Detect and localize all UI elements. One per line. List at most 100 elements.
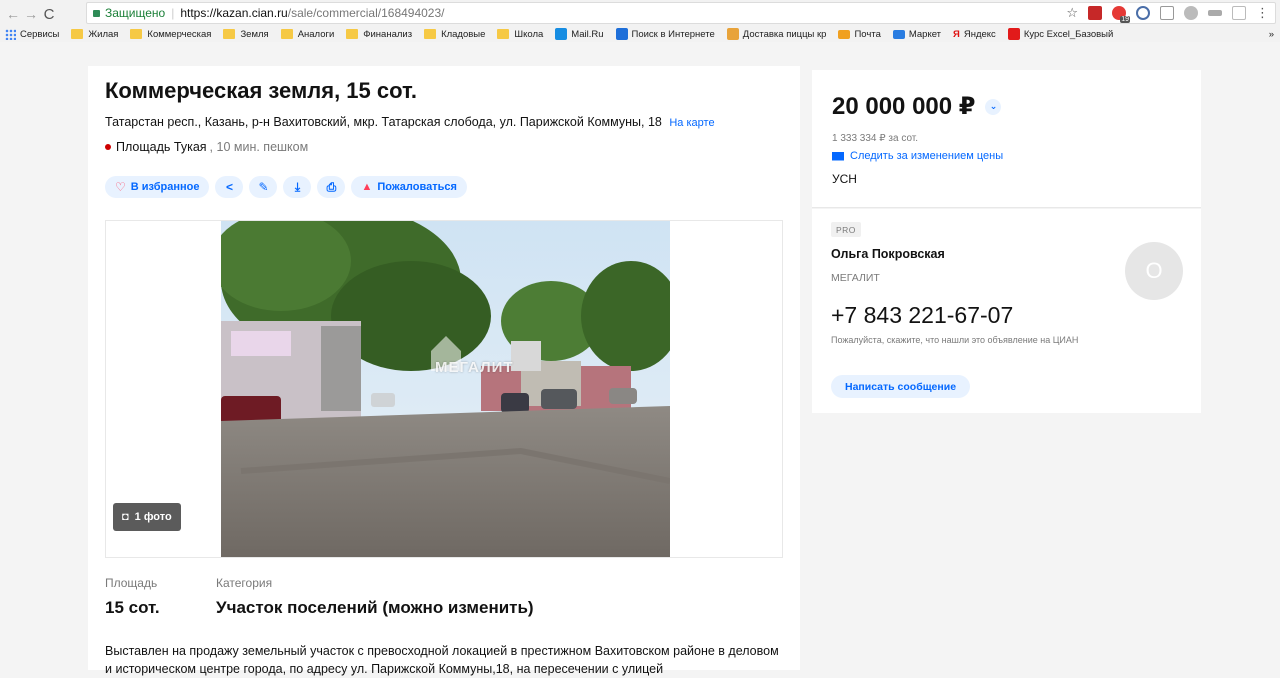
reload-icon[interactable]: C <box>40 6 58 23</box>
bookmark-pizza[interactable]: Доставка пиццы кр <box>726 28 826 40</box>
metro-info: Площадь Тукая , 10 мин. пешком <box>105 140 308 154</box>
chevron-down-icon[interactable]: ⌄ <box>985 98 1002 115</box>
folder-icon <box>497 29 510 39</box>
bookmark-folder[interactable]: Кладовые <box>424 29 485 40</box>
extension-icon-2[interactable] <box>1232 6 1246 20</box>
agent-name[interactable]: Ольга Покровская <box>831 247 945 261</box>
folder-icon <box>71 29 84 39</box>
price-value: 20 000 000 ₽ <box>832 93 976 120</box>
menu-icon[interactable]: ⋮ <box>1256 5 1269 21</box>
agent-card: PRO Ольга Покровская МЕГАЛИТ О +7 843 22… <box>812 209 1201 413</box>
listing-photo[interactable]: МЕГАЛИТ <box>221 221 670 557</box>
apps-icon <box>5 28 16 40</box>
bookmark-folder[interactable]: Аналоги <box>280 29 334 40</box>
bookmark-market[interactable]: Маркет <box>892 29 941 40</box>
phone-number[interactable]: +7 843 221-67-07 <box>831 302 1013 329</box>
cart-icon <box>892 29 905 39</box>
spec-category-value: Участок поселений (можно изменить) <box>216 598 534 617</box>
url-host: https://kazan.cian.ru <box>180 6 288 20</box>
extension-icon[interactable]: 19 <box>1112 6 1130 23</box>
print-button[interactable]: ⎙ <box>317 176 346 198</box>
forward-icon[interactable]: → <box>22 6 40 22</box>
heart-icon: ♡ <box>115 180 126 194</box>
pizza-icon <box>726 28 739 40</box>
yandex-icon: Я <box>953 28 960 40</box>
back-icon[interactable]: ← <box>4 6 22 22</box>
youtube-icon <box>1007 28 1020 40</box>
gray-extension-icon[interactable] <box>1184 6 1198 20</box>
url-path: /sale/commercial/168494023/ <box>287 6 445 20</box>
warning-icon: ▲ <box>361 181 373 193</box>
price-subscribe-label: Следить за изменением цены <box>850 150 1004 162</box>
browser-toolbar: ← → C Защищено | https://kazan.cian.ru/s… <box>0 0 1280 42</box>
bookmark-mailru[interactable]: Mail.Ru <box>555 28 604 40</box>
separator: | <box>171 6 175 20</box>
listing-address: Татарстан респ., Казань, р-н Вахитовский… <box>105 115 715 129</box>
price-subscribe-link[interactable]: Следить за изменением цены <box>832 150 1003 162</box>
print-icon: ⎙ <box>326 179 337 194</box>
square-extension-icon[interactable] <box>1160 6 1174 20</box>
spec-area-label: Площадь <box>105 576 158 590</box>
photo-count-badge[interactable]: ◘ 1 фото <box>113 503 181 531</box>
bookmark-apps[interactable]: Сервисы <box>5 28 59 40</box>
folder-icon <box>280 29 293 39</box>
folder-icon <box>424 29 437 39</box>
complain-label: Пожаловаться <box>377 181 457 193</box>
metro-time: , 10 мин. пешком <box>209 140 309 154</box>
action-bar: ♡ В избранное < ✎ ⤓ ⎙ ▲ Пожаловаться <box>105 176 467 198</box>
send-message-button[interactable]: Написать сообщение <box>831 375 971 398</box>
favorite-label: В избранное <box>130 181 200 193</box>
download-button[interactable]: ⤓ <box>283 176 312 198</box>
photo-gallery[interactable]: МЕГАЛИТ ◘ 1 фото <box>105 220 783 558</box>
camera-extension-icon[interactable] <box>1136 6 1150 20</box>
listing-description: Выставлен на продажу земельный участок с… <box>105 644 779 676</box>
price-card: 20 000 000 ₽ ⌄ 1 333 334 ₽ за сот. Следи… <box>812 70 1201 208</box>
bookmark-folder[interactable]: Жилая <box>71 29 118 40</box>
price-per-unit: 1 333 334 ₽ за сот. <box>832 133 919 144</box>
address-row: ← → C Защищено | https://kazan.cian.ru/s… <box>0 2 1280 26</box>
pro-badge: PRO <box>831 222 861 237</box>
pdf-extension-icon[interactable] <box>1088 6 1102 20</box>
agency-name[interactable]: МЕГАЛИТ <box>831 272 880 284</box>
spec-category: Категория Участок поселений (можно измен… <box>216 576 534 618</box>
bookmark-folder[interactable]: Земля <box>223 29 269 40</box>
address-text: Татарстан респ., Казань, р-н Вахитовский… <box>105 115 662 129</box>
bookmarks-bar: Сервисы Жилая Коммерческая Земля Аналоги… <box>0 26 1280 42</box>
bookmark-folder[interactable]: Школа <box>497 29 543 40</box>
folder-icon <box>130 29 143 39</box>
metro-name[interactable]: Площадь Тукая <box>116 140 207 154</box>
edit-button[interactable]: ✎ <box>249 176 278 198</box>
photo-illustration <box>221 221 670 557</box>
extension-badge: 19 <box>1120 16 1130 23</box>
bookmark-search[interactable]: Поиск в Интернете <box>615 28 715 40</box>
folder-icon <box>346 29 359 39</box>
favorite-button[interactable]: ♡ В избранное <box>105 176 210 198</box>
envelope-icon <box>832 151 844 161</box>
download-icon: ⤓ <box>294 179 301 194</box>
avatar[interactable]: О <box>1125 242 1183 300</box>
map-link[interactable]: На карте <box>669 117 714 129</box>
photo-count: 1 фото <box>134 511 172 523</box>
camera-icon: ◘ <box>122 511 129 523</box>
share-button[interactable]: < <box>215 176 244 198</box>
bookmark-folder[interactable]: Коммерческая <box>130 29 211 40</box>
bookmark-folder[interactable]: Финанализ <box>346 29 412 40</box>
bookmark-excel-course[interactable]: Курс Excel_Базовый <box>1007 28 1113 40</box>
bar-extension-icon[interactable] <box>1208 10 1222 16</box>
metro-icon <box>105 144 111 150</box>
bookmark-yandex[interactable]: Я Яндекс <box>953 29 996 40</box>
address-bar[interactable]: Защищено | https://kazan.cian.ru/sale/co… <box>86 2 1276 24</box>
listing-card: Коммерческая земля, 15 сот. Татарстан ре… <box>88 66 800 676</box>
mailru-icon <box>555 28 568 40</box>
complain-button[interactable]: ▲ Пожаловаться <box>351 176 467 198</box>
tax-type: УСН <box>832 172 857 186</box>
bookmarks-overflow[interactable]: » <box>1269 29 1274 40</box>
extension-tray: ☆ 19 ⋮ <box>1066 5 1269 23</box>
price: 20 000 000 ₽ ⌄ <box>832 92 1002 121</box>
pencil-icon: ✎ <box>258 180 269 194</box>
spec-category-label: Категория <box>216 576 273 590</box>
folder-icon <box>223 29 236 39</box>
bookmark-mail[interactable]: Почта <box>838 29 881 40</box>
star-icon[interactable]: ☆ <box>1066 5 1078 21</box>
share-icon: < <box>225 180 233 194</box>
